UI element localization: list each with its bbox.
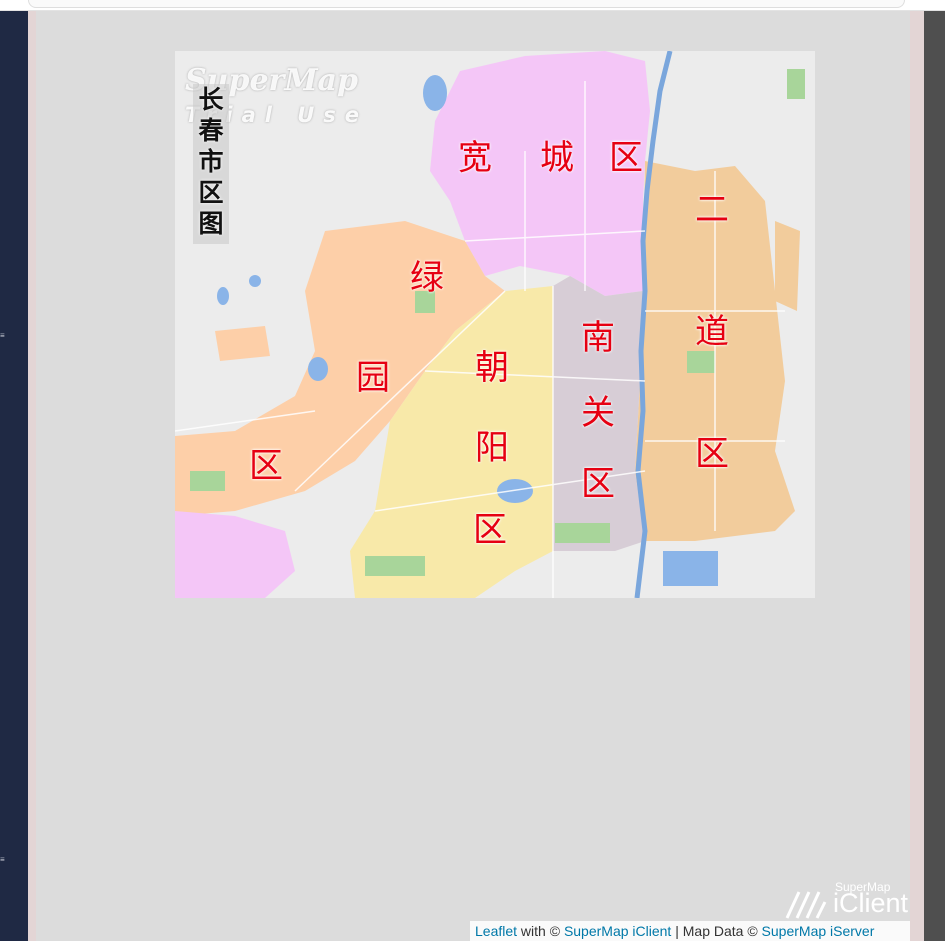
sidebar-marker: ≡ xyxy=(0,857,5,863)
map-attribution: Leaflet with © SuperMap iClient | Map Da… xyxy=(470,921,910,941)
map-title: 长 春 市 区 图 xyxy=(193,84,229,244)
leaflet-link[interactable]: Leaflet xyxy=(475,923,517,939)
label-lvyuan-2: 园 xyxy=(356,358,390,398)
label-kuancheng-3: 区 xyxy=(609,138,643,178)
erdao-district-patch xyxy=(775,221,800,311)
iclient-logo: SuperMap iClient xyxy=(785,880,909,920)
park xyxy=(687,351,715,373)
label-erdao-1: 二 xyxy=(695,190,729,230)
map-title-char: 区 xyxy=(198,178,224,207)
sidebar-marker: ≡ xyxy=(0,333,5,339)
label-lvyuan-3: 区 xyxy=(249,446,283,486)
frame-border-left xyxy=(28,11,36,941)
label-erdao-3: 区 xyxy=(695,434,729,474)
label-kuancheng-2: 城 xyxy=(540,138,574,178)
park xyxy=(787,69,805,99)
map-title-char: 市 xyxy=(198,147,224,176)
label-chaoyang-2: 阳 xyxy=(475,428,509,468)
label-chaoyang-1: 朝 xyxy=(475,348,509,388)
reservoir xyxy=(663,551,718,586)
attribution-text: with © xyxy=(517,923,564,939)
label-chaoyang-3: 区 xyxy=(473,510,507,550)
attribution-separator: | Map Data © xyxy=(671,923,762,939)
lake xyxy=(249,275,261,287)
label-nanguan-2: 关 xyxy=(581,393,615,433)
label-nanguan-1: 南 xyxy=(581,318,615,358)
lvyuan-district-patch xyxy=(215,326,270,361)
park xyxy=(555,523,610,543)
frame-border-right xyxy=(910,11,924,941)
iclient-logo-icon xyxy=(785,891,827,919)
label-erdao-2: 道 xyxy=(695,312,729,352)
district-map[interactable]: SuperMap Trial Use 长 春 市 区 图 宽 城 区 二 道 区… xyxy=(175,51,815,598)
lake xyxy=(308,357,328,381)
iclient-link[interactable]: SuperMap iClient xyxy=(564,923,671,939)
map-title-char: 图 xyxy=(198,209,224,238)
map-title-char: 春 xyxy=(198,116,224,145)
lake xyxy=(217,287,229,305)
address-bar-edge xyxy=(28,0,905,8)
logo-main-text: iClient xyxy=(833,888,909,918)
scrollbar[interactable] xyxy=(924,11,945,941)
park xyxy=(190,471,225,491)
label-kuancheng-1: 宽 xyxy=(458,138,492,178)
map-title-char: 长 xyxy=(198,85,224,114)
label-nanguan-3: 区 xyxy=(581,464,615,504)
park xyxy=(365,556,425,576)
left-sidebar: ≡ ≡ xyxy=(0,11,28,941)
browser-top-edge xyxy=(0,0,945,11)
lake xyxy=(423,75,447,111)
iserver-link[interactable]: SuperMap iServer xyxy=(762,923,875,939)
label-lvyuan-1: 绿 xyxy=(410,258,444,298)
